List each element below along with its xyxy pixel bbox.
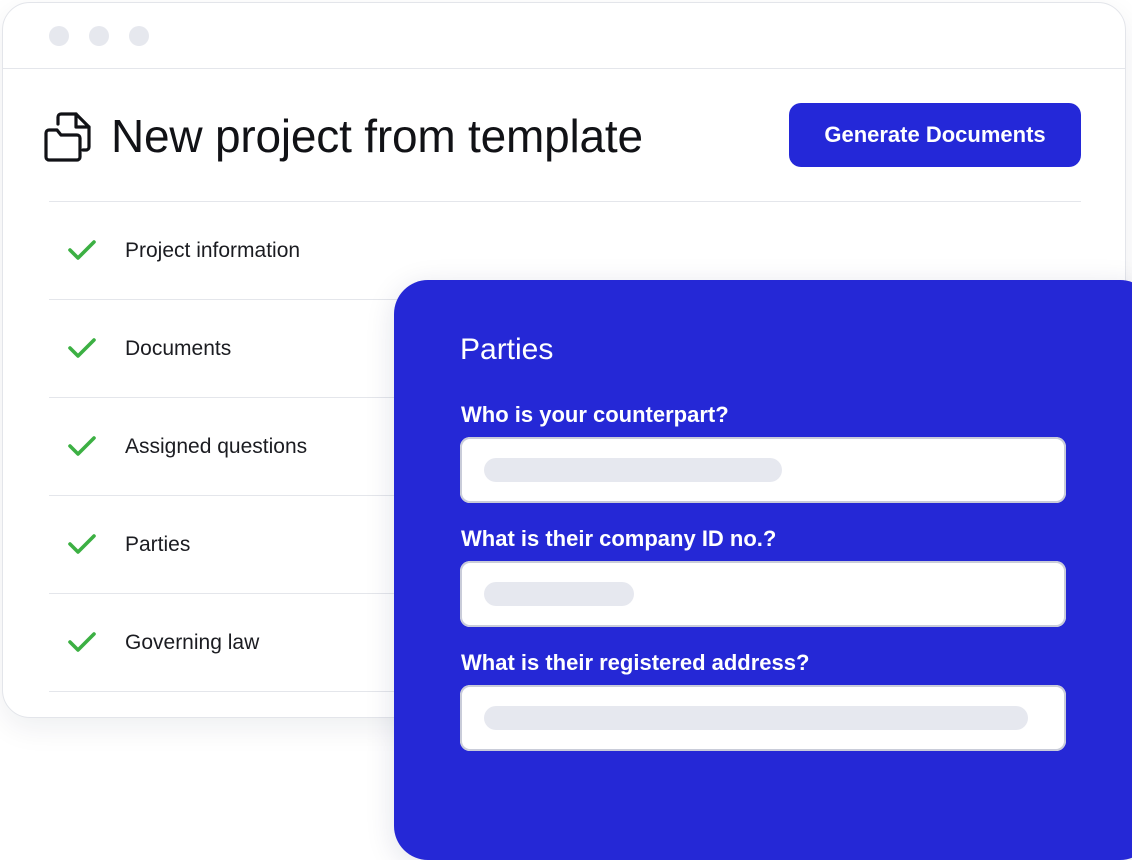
placeholder-bar [484,582,634,606]
window-dot-maximize[interactable] [129,26,149,46]
check-icon [68,534,96,554]
step-label: Governing law [125,631,260,654]
window-titlebar [3,3,1125,69]
check-icon [68,436,96,456]
generate-documents-button[interactable]: Generate Documents [789,103,1081,167]
counterpart-input[interactable] [460,437,1066,503]
check-icon [68,338,96,358]
window-dot-close[interactable] [49,26,69,46]
step-label: Parties [125,533,191,556]
placeholder-bar [484,706,1028,730]
counterpart-question-label: Who is your counterpart? [461,402,729,427]
company-id-input[interactable] [460,561,1066,627]
step-label: Documents [125,337,232,360]
step-label: Project information [125,239,301,262]
placeholder-bar [484,458,782,482]
parties-panel: Parties Who is your counterpart? What is… [394,280,1132,860]
check-icon [68,632,96,652]
files-icon [44,112,91,162]
company-id-question-label: What is their company ID no.? [461,526,777,551]
panel-title: Parties [460,333,554,366]
registered-address-question-label: What is their registered address? [461,650,810,675]
page-title: New project from template [111,110,643,162]
registered-address-input[interactable] [460,685,1066,751]
window-dot-minimize[interactable] [89,26,109,46]
step-label: Assigned questions [125,435,308,458]
check-icon [68,240,96,260]
